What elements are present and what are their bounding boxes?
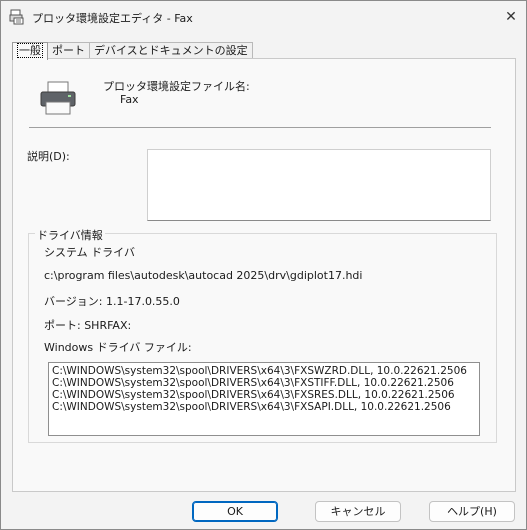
cancel-button[interactable]: キャンセル bbox=[315, 501, 401, 522]
driver-info-group: ドライバ情報 システム ドライバ c:\program files\autode… bbox=[28, 227, 497, 443]
description-label: 説明(D): bbox=[27, 150, 70, 163]
driver-port: ポート: SHRFAX: bbox=[44, 319, 132, 332]
list-item: C:\WINDOWS\system32\spool\DRIVERS\x64\3\… bbox=[52, 389, 455, 401]
separator bbox=[29, 127, 491, 128]
driver-type: システム ドライバ bbox=[44, 246, 135, 259]
list-item: C:\WINDOWS\system32\spool\DRIVERS\x64\3\… bbox=[52, 365, 467, 377]
window-title: プロッタ環境設定エディタ - Fax bbox=[32, 12, 193, 25]
list-item: C:\WINDOWS\system32\spool\DRIVERS\x64\3\… bbox=[52, 401, 451, 413]
tab-device-settings[interactable]: デバイスとドキュメントの設定 bbox=[89, 42, 253, 59]
plotter-config-dialog: プロッタ環境設定エディタ - Fax ✕ 一般 ポート デバイスとドキュメントの… bbox=[0, 0, 527, 530]
driver-version: バージョン: 1.1-17.0.55.0 bbox=[44, 295, 180, 308]
driver-info-title: ドライバ情報 bbox=[35, 227, 105, 243]
tab-general-label: 一般 bbox=[17, 43, 43, 58]
ok-button[interactable]: OK bbox=[192, 501, 278, 522]
general-tab-panel: プロッタ環境設定ファイル名: Fax 説明(D): ドライバ情報 システム ドラ… bbox=[12, 58, 516, 492]
tab-general[interactable]: 一般 bbox=[12, 42, 48, 60]
tab-device-settings-label: デバイスとドキュメントの設定 bbox=[94, 44, 248, 57]
description-textarea[interactable] bbox=[147, 149, 491, 221]
close-icon: ✕ bbox=[505, 8, 517, 25]
close-button[interactable]: ✕ bbox=[496, 1, 526, 32]
title-bar: プロッタ環境設定エディタ - Fax ✕ bbox=[1, 1, 526, 32]
plotter-app-icon bbox=[9, 9, 24, 25]
config-file-label: プロッタ環境設定ファイル名: bbox=[103, 80, 250, 93]
tab-port[interactable]: ポート bbox=[47, 42, 90, 59]
config-file-name: Fax bbox=[120, 93, 139, 106]
printer-icon bbox=[40, 81, 76, 115]
help-button[interactable]: ヘルプ(H) bbox=[429, 501, 515, 522]
driver-path: c:\program files\autodesk\autocad 2025\d… bbox=[44, 269, 363, 282]
driver-files-list[interactable]: C:\WINDOWS\system32\spool\DRIVERS\x64\3\… bbox=[48, 362, 480, 436]
tab-port-label: ポート bbox=[52, 44, 85, 57]
list-item: C:\WINDOWS\system32\spool\DRIVERS\x64\3\… bbox=[52, 377, 454, 389]
driver-files-label: Windows ドライバ ファイル: bbox=[44, 341, 192, 354]
tab-strip: 一般 ポート デバイスとドキュメントの設定 bbox=[12, 42, 253, 60]
